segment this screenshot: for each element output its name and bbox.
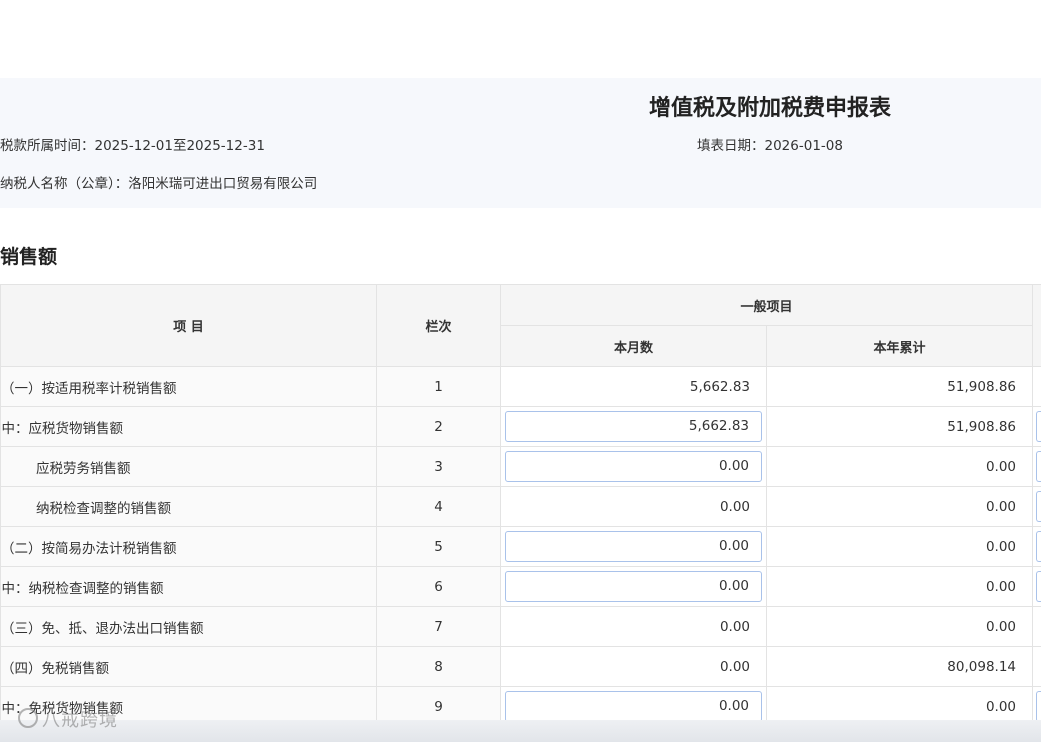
row-overflow-cell: [1032, 366, 1041, 407]
table-row: 其中：纳税检查调整的销售额 6 0.00 0.00: [0, 566, 1041, 607]
row-year-value: 0.00: [765, 446, 1034, 487]
row-month-value: 5,662.83: [500, 366, 767, 407]
offscreen-input[interactable]: [1036, 571, 1041, 602]
row-month-cell: 0.00: [500, 566, 767, 607]
header-overflow: [1032, 284, 1041, 367]
row-month-cell: 0.00: [500, 526, 767, 567]
watermark-text: 八戒跨境: [42, 710, 118, 731]
row-year-value: 51,908.86: [765, 366, 1034, 407]
row-column-no: 6: [376, 566, 501, 607]
row-item: 应税劳务销售额: [0, 446, 377, 487]
table-row: （二）按简易办法计税销售额 5 0.00 0.00: [0, 526, 1041, 567]
header-this-month: 本月数: [500, 325, 767, 367]
tax-period: 税款所属时间：2025-12-01至2025-12-31: [0, 138, 265, 154]
row-column-no: 1: [376, 366, 501, 407]
row-month-cell: 0.00: [500, 686, 767, 720]
row-item: （三）免、抵、退办法出口销售额: [0, 606, 377, 647]
row-month-value: 0.00: [500, 486, 767, 527]
offscreen-input[interactable]: [1036, 491, 1041, 522]
header-column-no: 栏次: [376, 284, 501, 367]
row-item: （一）按适用税率计税销售额: [0, 366, 377, 407]
row-item: 其中：纳税检查调整的销售额: [0, 566, 377, 607]
row-year-value: 51,908.86: [765, 406, 1034, 447]
month-amount-input[interactable]: 0.00: [505, 691, 762, 720]
row-overflow-cell: [1032, 406, 1041, 447]
month-amount-input[interactable]: 0.00: [505, 451, 762, 482]
watermark: 八戒跨境: [18, 706, 118, 732]
row-overflow-cell: [1032, 686, 1041, 720]
row-year-value: 0.00: [765, 566, 1034, 607]
row-item: （四）免税销售额: [0, 646, 377, 687]
offscreen-input[interactable]: [1036, 451, 1041, 482]
row-overflow-cell: [1032, 446, 1041, 487]
row-year-value: 80,098.14: [765, 646, 1034, 687]
row-month-cell: 0.00: [500, 446, 767, 487]
row-year-value: 0.00: [765, 686, 1034, 720]
sales-table: 项 目 栏次 一般项目 本月数 本年累计 （一）按适用税率计税销售额 1 5,6…: [0, 284, 1041, 720]
taxpayer-name: 纳税人名称（公章）：洛阳米瑞可进出口贸易有限公司: [0, 176, 318, 192]
row-column-no: 3: [376, 446, 501, 487]
page-title: 增值税及附加税费申报表: [648, 96, 891, 121]
row-column-no: 8: [376, 646, 501, 687]
header-item: 项 目: [0, 284, 377, 367]
watermark-logo-icon: [18, 708, 38, 728]
sales-table-wrapper: 项 目 栏次 一般项目 本月数 本年累计 （一）按适用税率计税销售额 1 5,6…: [0, 284, 1041, 720]
row-overflow-cell: [1032, 566, 1041, 607]
header-general: 一般项目: [499, 284, 1034, 326]
offscreen-input[interactable]: [1036, 691, 1041, 720]
row-column-no: 7: [376, 606, 501, 647]
month-amount-input[interactable]: 5,662.83: [505, 411, 762, 442]
row-overflow-cell: [1032, 606, 1041, 647]
table-row: （四）免税销售额 8 0.00 80,098.14: [0, 646, 1041, 687]
offscreen-input[interactable]: [1036, 531, 1041, 562]
month-amount-input[interactable]: 0.00: [505, 531, 762, 562]
row-overflow-cell: [1032, 646, 1041, 687]
table-row: （一）按适用税率计税销售额 1 5,662.83 51,908.86: [0, 366, 1041, 407]
row-column-no: 5: [376, 526, 501, 567]
row-month-value: 0.00: [500, 606, 767, 647]
section-title: 销售额: [0, 246, 58, 268]
row-item: 其中：应税货物销售额: [0, 406, 377, 447]
bottom-bar: [0, 720, 1041, 742]
table-row: （三）免、抵、退办法出口销售额 7 0.00 0.00: [0, 606, 1041, 647]
row-year-value: 0.00: [765, 486, 1034, 527]
vat-declaration-page: 增值税及附加税费申报表 税款所属时间：2025-12-01至2025-12-31…: [0, 0, 1041, 742]
row-year-value: 0.00: [765, 526, 1034, 567]
row-overflow-cell: [1032, 486, 1041, 527]
offscreen-input[interactable]: [1036, 411, 1041, 442]
fill-date: 填表日期：2026-01-08: [697, 138, 843, 154]
row-item: （二）按简易办法计税销售额: [0, 526, 377, 567]
row-month-cell: 5,662.83: [500, 406, 767, 447]
table-row: 其中：免税货物销售额 9 0.00 0.00: [0, 686, 1041, 720]
row-month-value: 0.00: [500, 646, 767, 687]
row-column-no: 2: [376, 406, 501, 447]
row-overflow-cell: [1032, 526, 1041, 567]
month-amount-input[interactable]: 0.00: [505, 571, 762, 602]
row-year-value: 0.00: [765, 606, 1034, 647]
table-row: 其中：应税货物销售额 2 5,662.83 51,908.86: [0, 406, 1041, 447]
row-item: 纳税检查调整的销售额: [0, 486, 377, 527]
row-column-no: 4: [376, 486, 501, 527]
header-year-total: 本年累计: [765, 325, 1034, 367]
table-row: 纳税检查调整的销售额 4 0.00 0.00: [0, 486, 1041, 527]
row-column-no: 9: [376, 686, 501, 720]
table-row: 应税劳务销售额 3 0.00 0.00: [0, 446, 1041, 487]
